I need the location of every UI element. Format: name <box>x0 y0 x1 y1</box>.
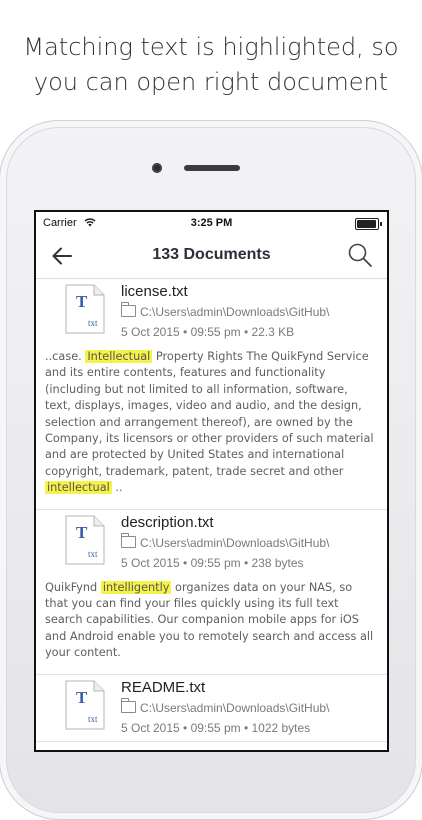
file-meta: 5 Oct 2015 • 09:55 pm • 1022 bytes <box>121 720 311 735</box>
headline-line-1: Matching text is highlighted, so <box>23 33 399 61</box>
file-meta: 5 Oct 2015 • 09:55 pm • 238 bytes <box>121 555 304 570</box>
magnifier-icon[interactable] <box>347 242 373 268</box>
snippet-text: .. <box>111 481 123 495</box>
page-title: 133 Documents <box>152 246 271 263</box>
file-name: README.txt <box>121 678 206 696</box>
match-highlight: intelligently <box>100 580 172 594</box>
file-meta: 5 Oct 2015 • 09:55 pm • 22.3 KB <box>121 325 295 339</box>
clock: 3:25 PM <box>190 217 233 229</box>
match-snippet: ..case. Intellectual Property Rights The… <box>36 345 387 509</box>
snippet-text: Property Rights The QuikFynd Service and… <box>45 350 374 478</box>
file-path-text: C:\Users\admin\Downloads\GitHub\ <box>140 535 330 550</box>
earpiece-speaker <box>184 165 240 171</box>
app-screen: Carrier 3:25 PM 133 Documents T txt lice… <box>36 212 387 750</box>
file-icon-ext: txt <box>88 549 98 559</box>
file-icon-ext: txt <box>88 714 98 724</box>
match-highlight: intellectual <box>45 481 112 495</box>
folder-icon <box>121 697 136 713</box>
folder-icon <box>121 532 136 548</box>
promo-headline: Matching text is highlighted, so you can… <box>0 30 422 100</box>
file-path: C:\Users\admin\Downloads\GitHub\ <box>121 697 330 715</box>
headline-line-2: you can open right document <box>33 68 389 96</box>
text-document-icon: T txt <box>65 284 105 334</box>
document-item[interactable]: T txt license.txt C:\Users\admin\Downloa… <box>36 279 387 510</box>
file-name: license.txt <box>121 283 188 300</box>
snippet-text: QuikFynd <box>45 580 101 594</box>
match-snippet: QuikFynd intelligently organizes data on… <box>36 576 387 674</box>
navigation-bar: 133 Documents <box>36 234 387 279</box>
status-bar: Carrier 3:25 PM <box>36 212 387 234</box>
document-list: T txt license.txt C:\Users\admin\Downloa… <box>36 279 387 742</box>
match-highlight: Intellectual <box>85 350 153 363</box>
file-icon-letter: T <box>76 688 88 707</box>
text-document-icon: T txt <box>65 680 105 730</box>
text-document-icon: T txt <box>65 515 105 565</box>
battery-icon <box>355 218 382 230</box>
file-path-text: C:\Users\admin\Downloads\GitHub\ <box>140 700 330 715</box>
document-item[interactable]: T txt README.txt C:\Users\admin\Download… <box>36 674 387 742</box>
front-camera <box>152 163 162 173</box>
folder-icon <box>121 302 136 317</box>
document-item[interactable]: T txt description.txt C:\Users\admin\Dow… <box>36 509 387 675</box>
file-icon-letter: T <box>76 523 88 542</box>
file-icon-ext: txt <box>88 318 98 328</box>
file-path: C:\Users\admin\Downloads\GitHub\ <box>121 302 330 319</box>
file-path: C:\Users\admin\Downloads\GitHub\ <box>121 532 330 550</box>
file-name: description.txt <box>121 513 214 531</box>
file-path-text: C:\Users\admin\Downloads\GitHub\ <box>140 305 330 319</box>
file-icon-letter: T <box>76 292 88 311</box>
snippet-text: ..case. <box>45 350 86 363</box>
